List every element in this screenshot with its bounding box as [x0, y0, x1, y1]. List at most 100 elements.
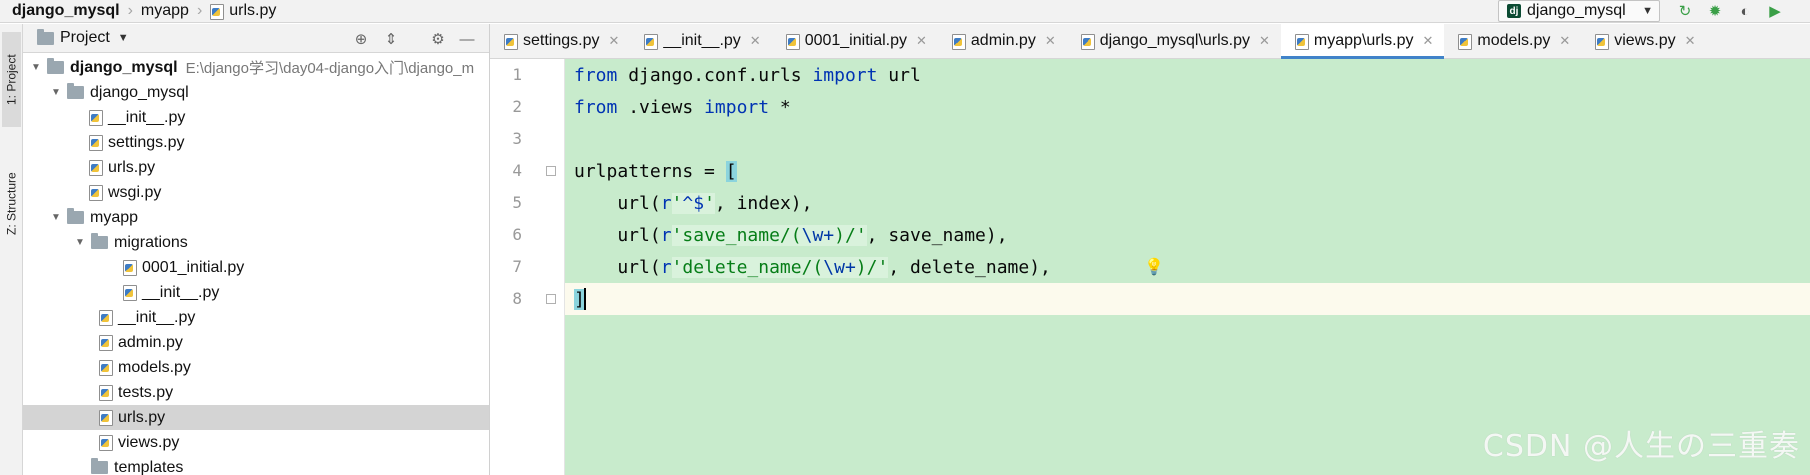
tab-models-py[interactable]: models.py ✕ — [1444, 24, 1581, 58]
chevron-down-icon[interactable]: ▼ — [118, 32, 129, 44]
collapse-all-icon[interactable]: ⇕ — [381, 29, 401, 49]
coverage-icon[interactable]: ◐ — [1736, 2, 1754, 20]
python-file-icon — [785, 33, 800, 50]
tree-item-file[interactable]: urls.py — [23, 155, 489, 180]
tree-item-label: django_mysql — [90, 83, 189, 101]
breadcrumb-item-project[interactable]: django_mysql — [12, 2, 120, 20]
tree-item-file[interactable]: 0001_initial.py — [23, 255, 489, 280]
tree-item-file[interactable]: wsgi.py — [23, 180, 489, 205]
expand-arrow-icon[interactable]: ▼ — [49, 212, 63, 223]
python-file-icon — [1458, 33, 1473, 50]
locate-icon[interactable]: ⊕ — [351, 29, 371, 49]
tree-item-file[interactable]: views.py — [23, 430, 489, 455]
expand-arrow-icon[interactable]: ▼ — [29, 62, 43, 73]
line-number: 6 — [512, 225, 522, 244]
tab-0001-initial-py[interactable]: 0001_initial.py ✕ — [772, 24, 938, 58]
minimize-icon[interactable]: — — [457, 29, 477, 49]
folder-icon — [47, 58, 64, 74]
code-editor[interactable]: 1 2 3 4 5 6 7 8 from django.conf.urls im… — [490, 59, 1810, 475]
tab-settings-py[interactable]: settings.py ✕ — [490, 24, 630, 58]
tree-item-label: settings.py — [108, 133, 185, 151]
tree-item-label: migrations — [114, 233, 188, 251]
code-line-5: url(r ' ^$ ', index), — [565, 187, 1810, 219]
project-panel-title[interactable]: Project — [60, 29, 110, 47]
tool-tab-project[interactable]: 1: Project — [2, 32, 21, 127]
breadcrumb-item-file[interactable]: urls.py — [210, 2, 276, 20]
code-token-string: ^$ — [682, 192, 705, 214]
close-icon[interactable]: ✕ — [1259, 33, 1270, 49]
python-file-icon — [99, 435, 113, 451]
tool-tab-project-label: 1: Project — [4, 54, 19, 105]
tree-item-file[interactable]: admin.py — [23, 330, 489, 355]
folder-icon — [91, 458, 108, 474]
close-icon[interactable]: ✕ — [1685, 33, 1696, 49]
expand-arrow-icon[interactable]: ▼ — [49, 87, 63, 98]
close-icon[interactable]: ✕ — [916, 33, 927, 49]
line-number: 4 — [512, 161, 522, 180]
package-folder-icon — [67, 208, 84, 224]
code-token-quote: ' — [877, 256, 889, 278]
breadcrumb-separator: › — [127, 2, 133, 19]
tab-init-py[interactable]: __init__.py ✕ — [630, 24, 771, 58]
tab-django-mysql-urls-py[interactable]: django_mysql\urls.py ✕ — [1067, 24, 1281, 58]
code-token: , delete_name), — [888, 256, 1051, 278]
code-text-area[interactable]: from django.conf.urls import url from .v… — [565, 59, 1810, 475]
tab-label: 0001_initial.py — [804, 32, 907, 49]
code-line-4: urlpatterns = [ — [565, 155, 1810, 187]
editor-tab-bar: settings.py ✕ __init__.py ✕ 0001_initial.p… — [490, 24, 1810, 59]
tree-item-package[interactable]: ▼ myapp — [23, 205, 489, 230]
run-configuration-dropdown[interactable]: dj django_mysql ▼ — [1498, 0, 1660, 22]
tree-item-label: admin.py — [118, 333, 183, 351]
tree-item-file[interactable]: __init__.py — [23, 280, 489, 305]
package-folder-icon — [67, 83, 84, 99]
project-tree: ▼ django_mysql E:\django学习\day04-django入… — [23, 53, 489, 475]
breadcrumb-item-myapp[interactable]: myapp — [141, 2, 189, 20]
tree-item-package[interactable]: ▼ django_mysql — [23, 80, 489, 105]
project-panel-header: Project ▼ ⊕ ⇕ ⚙ — — [23, 24, 489, 53]
tree-item-file[interactable]: __init__.py — [23, 105, 489, 130]
tree-item-file[interactable]: models.py — [23, 355, 489, 380]
python-file-icon — [89, 185, 103, 201]
profile-icon[interactable]: ▶ — [1766, 2, 1784, 20]
code-token-keyword: from — [574, 64, 618, 86]
close-icon[interactable]: ✕ — [1559, 33, 1570, 49]
breadcrumb-separator: › — [196, 2, 203, 19]
tool-tab-structure[interactable]: Z: Structure — [2, 154, 21, 254]
tree-item-label: __init__.py — [108, 108, 186, 126]
close-icon[interactable]: ✕ — [1045, 33, 1056, 49]
tree-item-file-selected[interactable]: urls.py — [23, 405, 489, 430]
tab-myapp-urls-py[interactable]: myapp\urls.py ✕ — [1280, 24, 1445, 59]
tree-item-file[interactable]: __init__.py — [23, 305, 489, 330]
code-line-1: from django.conf.urls import url — [565, 59, 1810, 91]
expand-arrow-icon[interactable]: ▼ — [73, 237, 87, 248]
fold-marker-icon[interactable] — [546, 166, 556, 176]
tree-item-label: views.py — [118, 433, 180, 451]
code-token: .views — [617, 96, 705, 118]
lightbulb-icon[interactable]: 💡 — [1144, 258, 1164, 276]
tree-item-root[interactable]: ▼ django_mysql E:\django学习\day04-django入… — [23, 55, 489, 80]
project-path: E:\django学习\day04-django入门\django_m — [185, 60, 475, 77]
fold-marker-icon[interactable] — [546, 294, 556, 304]
breadcrumb-file-label: urls.py — [229, 2, 277, 19]
python-file-icon — [210, 3, 225, 20]
tree-item-folder[interactable]: templates — [23, 455, 489, 475]
python-file-icon — [89, 110, 103, 126]
tree-item-package[interactable]: ▼ migrations — [23, 230, 489, 255]
close-icon[interactable]: ✕ — [608, 33, 619, 49]
close-icon[interactable]: ✕ — [1423, 33, 1434, 49]
code-token: url( — [574, 224, 661, 246]
line-number: 7 — [512, 257, 522, 276]
editor-gutter: 1 2 3 4 5 6 7 8 — [490, 59, 565, 475]
tree-item-file[interactable]: settings.py — [23, 130, 489, 155]
code-token-string: )/ — [834, 224, 856, 246]
code-token: , index), — [714, 192, 813, 214]
rerun-icon[interactable]: ↻ — [1676, 2, 1694, 20]
tab-admin-py[interactable]: admin.py ✕ — [938, 24, 1067, 58]
tree-item-file[interactable]: tests.py — [23, 380, 489, 405]
close-icon[interactable]: ✕ — [750, 33, 761, 49]
tab-label: admin.py — [970, 32, 1036, 49]
tab-views-py[interactable]: views.py ✕ — [1581, 24, 1706, 58]
debug-icon[interactable]: ✹ — [1706, 2, 1724, 20]
gear-icon[interactable]: ⚙ — [428, 29, 448, 49]
